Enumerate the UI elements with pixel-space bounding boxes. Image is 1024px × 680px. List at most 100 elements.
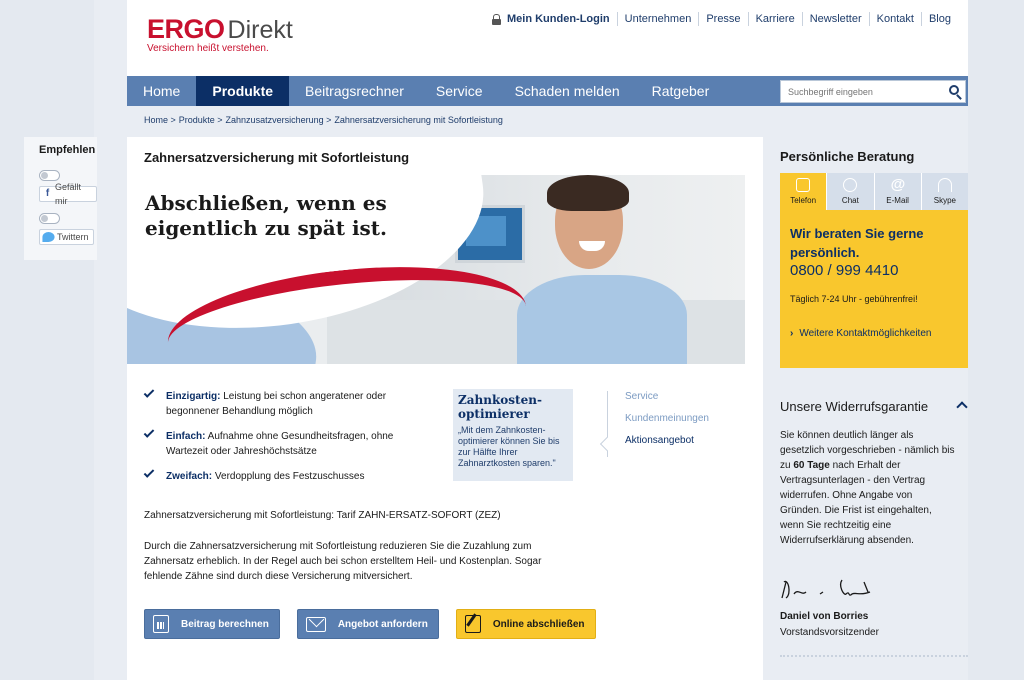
optimizer-quote: „Mit dem Zahnkosten-optimierer können Si…	[458, 425, 560, 468]
beitrag-berechnen-button[interactable]: Beitrag berechnen	[144, 609, 280, 639]
beitrag-berechnen-label: Beitrag berechnen	[181, 618, 269, 630]
online-abschliessen-button[interactable]: Online abschließen	[455, 609, 596, 639]
contact-lead: Wir beraten Sie gerne persönlich.	[790, 226, 924, 260]
smiling-man-image	[517, 175, 687, 364]
tab-service[interactable]: Service	[625, 391, 747, 403]
checkmark-icon	[143, 467, 155, 478]
signature-role: Vorstandsvorsitzender	[780, 627, 879, 638]
tab-aktionsangebot[interactable]: Aktionsangebot	[625, 435, 747, 447]
benefit-label: Zweifach:	[166, 471, 213, 482]
logo-tagline: Versichern heißt verstehen.	[147, 43, 269, 54]
checkmark-icon	[143, 427, 155, 438]
breadcrumb-current: Zahnersatzversicherung mit Sofortleistun…	[334, 115, 503, 125]
envelope-icon	[305, 616, 326, 632]
angebot-anfordern-label: Angebot anfordern	[337, 618, 428, 630]
search-box	[780, 80, 966, 103]
contact-tab-email[interactable]: @ E-Mail	[873, 173, 921, 210]
search-input[interactable]	[781, 81, 941, 102]
share-panel: Empfehlen f Gefällt mir Twittern	[24, 137, 97, 260]
beratung-title: Persönliche Beratung	[780, 149, 915, 164]
checkmark-icon	[143, 387, 155, 398]
chat-icon	[843, 178, 858, 192]
nav-home[interactable]: Home	[127, 76, 196, 106]
twitter-icon	[42, 232, 55, 242]
person-hair	[547, 175, 629, 211]
topnav-kontakt[interactable]: Kontakt	[868, 12, 921, 26]
zahnkosten-optimierer-teaser[interactable]: Zahnkosten-optimierer „Mit dem Zahnkoste…	[453, 389, 573, 481]
nav-schaden-melden[interactable]: Schaden melden	[499, 76, 636, 106]
at-sign-icon: @	[890, 176, 906, 193]
contact-box: Telefon Chat @ E-Mail Skype Wir beraten …	[780, 173, 968, 368]
widerruf-text: Sie können deutlich länger als gesetzlic…	[780, 428, 955, 548]
widerruf-title-row[interactable]: Unsere Widerrufsgarantie	[780, 399, 968, 414]
more-contact-link[interactable]: Weitere Kontaktmöglichkeiten	[790, 328, 968, 339]
header: ERGO Direkt Versichern heißt verstehen. M…	[127, 0, 968, 76]
product-description: Durch die Zahnersatzversicherung mit Sof…	[144, 541, 542, 582]
topnav-newsletter[interactable]: Newsletter	[801, 12, 869, 26]
benefit-list: Einzigartig: Leistung bei schon angerate…	[143, 387, 424, 494]
benefit-item: Einfach: Aufnahme ohne Gesundheitsfragen…	[143, 427, 424, 459]
topnav-unternehmen[interactable]: Unternehmen	[616, 12, 699, 26]
page-background-right	[968, 0, 1024, 680]
contact-tab-label: Telefon	[790, 196, 817, 205]
topnav-presse[interactable]: Presse	[698, 12, 747, 26]
ergo-direkt-logo[interactable]: ERGO Direkt Versichern heißt verstehen.	[147, 14, 293, 54]
twitter-button[interactable]: Twittern	[39, 229, 94, 245]
signature-image	[780, 574, 890, 604]
contact-tab-skype[interactable]: Skype	[920, 173, 968, 210]
facebook-like-label: Gefällt mir	[55, 182, 82, 206]
sidebar: Persönliche Beratung Telefon Chat @ E-Ma…	[780, 137, 968, 657]
facebook-icon: f	[45, 188, 50, 199]
nav-service[interactable]: Service	[420, 76, 499, 106]
topnav-karriere[interactable]: Karriere	[747, 12, 802, 26]
page-title: Zahnersatzversicherung mit Sofortleistun…	[144, 150, 410, 165]
twitter-toggle[interactable]	[39, 213, 60, 224]
section-tabs: Service Kundenmeinungen Aktionsangebot	[599, 391, 747, 457]
contact-tab-chat[interactable]: Chat	[826, 173, 874, 210]
tarif-line: Zahnersatzversicherung mit Sofortleistun…	[144, 510, 501, 521]
tab-kundenmeinungen[interactable]: Kundenmeinungen	[625, 413, 747, 425]
main-content: Zahnersatzversicherung mit Sofortleistun…	[127, 137, 763, 680]
share-title: Empfehlen	[39, 144, 96, 156]
hero-headline: Abschließen, wenn es eigentlich zu spät …	[145, 191, 388, 240]
hero-image: Abschließen, wenn es eigentlich zu spät …	[127, 175, 745, 364]
opening-hours: Täglich 7-24 Uhr - gebührenfrei!	[790, 294, 918, 304]
benefit-label: Einzigartig:	[166, 391, 221, 402]
angebot-anfordern-button[interactable]: Angebot anfordern	[296, 609, 439, 639]
breadcrumb-home[interactable]: Home >	[144, 115, 176, 125]
widerruf-title: Unsere Widerrufsgarantie	[780, 399, 929, 414]
logo-brand: ERGO	[147, 14, 225, 44]
page-background-left	[0, 0, 94, 680]
contact-tab-label: Skype	[933, 196, 956, 205]
online-abschliessen-label: Online abschließen	[492, 618, 585, 630]
dotted-divider	[780, 655, 968, 657]
lock-icon	[492, 13, 501, 25]
nav-ratgeber[interactable]: Ratgeber	[636, 76, 726, 106]
search-icon[interactable]	[949, 85, 959, 95]
nav-produkte[interactable]: Produkte	[196, 76, 290, 106]
person-shirt	[517, 275, 687, 364]
tab-pointer	[599, 436, 615, 452]
topnav-kunden-login[interactable]: Mein Kunden-Login	[504, 12, 617, 26]
widerruf-section: Unsere Widerrufsgarantie Sie können deut…	[780, 399, 968, 657]
widerruf-days: 60 Tage	[793, 460, 830, 471]
chevron-up-icon[interactable]	[956, 401, 968, 413]
contact-tab-label: E-Mail	[886, 196, 909, 205]
breadcrumb-produkte[interactable]: Produkte >	[179, 115, 223, 125]
nav-beitragsrechner[interactable]: Beitragsrechner	[289, 76, 420, 106]
optimizer-title: Zahnkosten-optimierer	[458, 393, 542, 421]
contact-tab-telefon[interactable]: Telefon	[780, 173, 827, 210]
benefit-item: Einzigartig: Leistung bei schon angerate…	[143, 387, 424, 419]
benefit-label: Einfach:	[166, 431, 206, 442]
topnav-blog[interactable]: Blog	[920, 12, 958, 26]
phone-icon	[796, 178, 811, 192]
twitter-label: Twittern	[57, 232, 89, 242]
widerruf-text-c: nach Erhalt der Vertragsunterlagen - den…	[780, 460, 932, 546]
logo-sub: Direkt	[227, 16, 293, 44]
phone-number[interactable]: 0800 / 999 4410	[790, 262, 968, 279]
breadcrumb-zahnzusatz[interactable]: Zahnzusatzversicherung >	[226, 115, 332, 125]
benefit-text: Verdopplung des Festzuschusses	[212, 471, 365, 482]
person-icon	[937, 178, 952, 192]
facebook-like-button[interactable]: f Gefällt mir	[39, 182, 97, 206]
top-navigation: Mein Kunden-Login Unternehmen Presse Kar…	[492, 12, 958, 26]
